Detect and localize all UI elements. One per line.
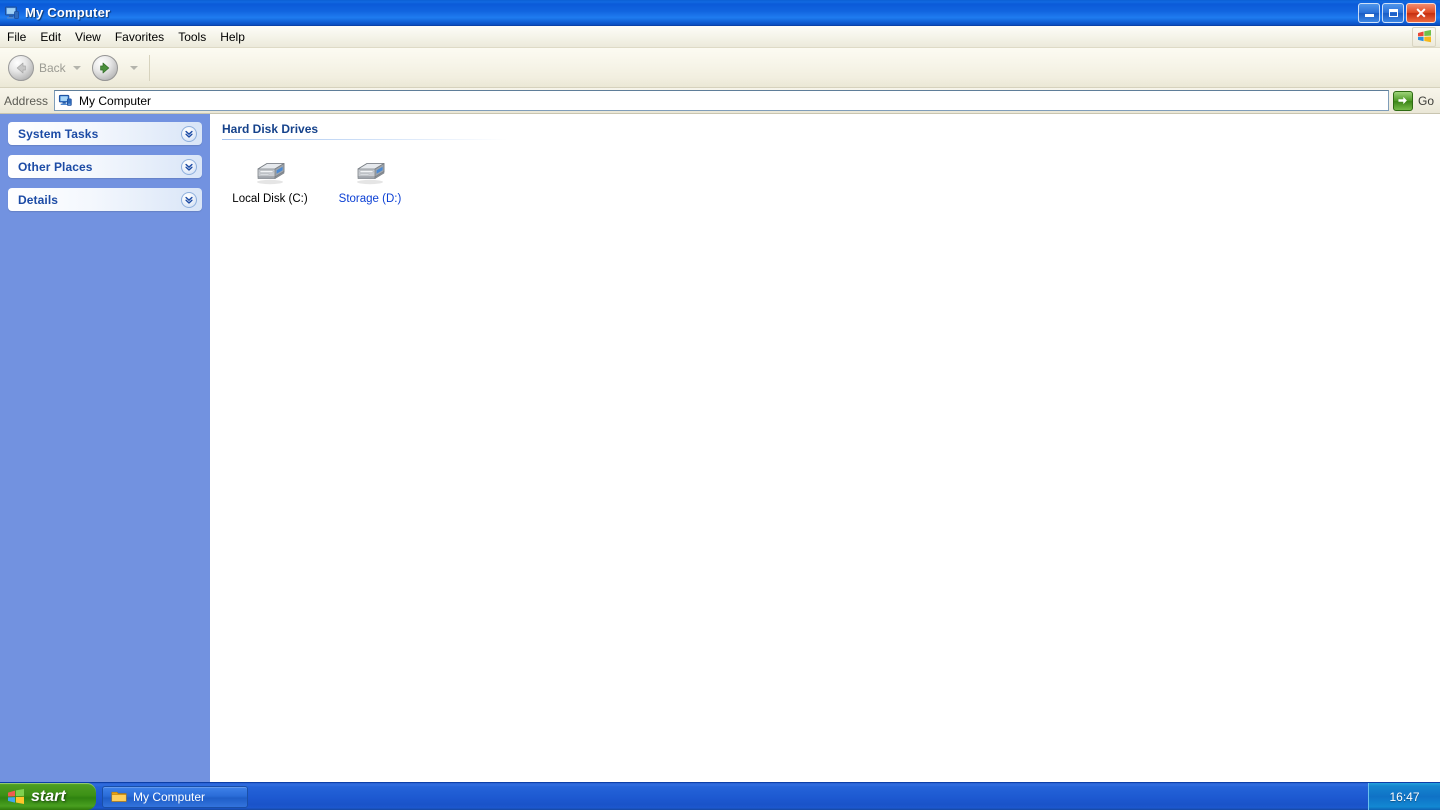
drive-label-storage-d: Storage (D:): [338, 193, 402, 205]
window-title-bar: My Computer ✕: [0, 0, 1440, 26]
pane-header-details[interactable]: Details: [8, 188, 202, 211]
my-computer-icon: [58, 93, 74, 109]
menu-item-tools[interactable]: Tools: [171, 27, 213, 47]
menu-item-edit[interactable]: Edit: [33, 27, 68, 47]
pane-title-other-places: Other Places: [18, 159, 93, 174]
windows-flag-icon: [7, 788, 25, 805]
pane-header-system-tasks[interactable]: System Tasks: [8, 122, 202, 145]
system-tray: 16:47: [1368, 783, 1440, 810]
sidebar-pane-details[interactable]: Details: [8, 188, 202, 211]
back-button-label: Back: [39, 60, 66, 75]
menu-item-help[interactable]: Help: [213, 27, 252, 47]
task-pane-sidebar: System Tasks Other Places Details: [0, 114, 210, 782]
pane-title-system-tasks: System Tasks: [18, 126, 99, 141]
back-dropdown-arrow-icon[interactable]: [72, 65, 81, 70]
sidebar-pane-system-tasks[interactable]: System Tasks: [8, 122, 202, 145]
file-list-view[interactable]: Hard Disk Drives Local Disk (C:) Storage…: [210, 114, 1440, 782]
explorer-body: System Tasks Other Places Details Hard D…: [0, 114, 1440, 782]
address-text: My Computer: [79, 93, 152, 108]
drive-item-local-disk-c[interactable]: Local Disk (C:): [220, 152, 320, 210]
navigation-toolbar: Back: [0, 48, 1440, 88]
hard-drive-icon: [253, 156, 287, 186]
menu-item-file[interactable]: File: [0, 27, 33, 47]
my-computer-icon: [4, 5, 20, 21]
pane-header-other-places[interactable]: Other Places: [8, 155, 202, 178]
go-button-label: Go: [1417, 93, 1434, 108]
toolbar-separator: [148, 54, 150, 81]
taskbar: start My Computer 16:47: [0, 782, 1440, 810]
drive-icon-grid: Local Disk (C:) Storage (D:): [220, 152, 1440, 210]
address-input[interactable]: My Computer: [54, 90, 1389, 111]
restore-button[interactable]: [1382, 2, 1404, 23]
taskbar-button-my-computer[interactable]: My Computer: [102, 785, 248, 808]
taskbar-button-area: My Computer: [96, 783, 1368, 810]
windows-xp-desktop: My Computer ✕ File Edit View Favorites T…: [0, 0, 1440, 810]
forward-button[interactable]: [90, 51, 147, 85]
folder-icon: [111, 790, 127, 803]
chevron-double-down-icon[interactable]: [181, 191, 197, 208]
menu-bar: File Edit View Favorites Tools Help: [0, 26, 1440, 48]
forward-dropdown-arrow-icon[interactable]: [129, 65, 138, 70]
taskbar-clock[interactable]: 16:47: [1389, 790, 1419, 804]
start-button-label: start: [31, 787, 66, 805]
start-button[interactable]: start: [0, 783, 96, 810]
green-arrow-icon: [1392, 90, 1413, 111]
address-label: Address: [4, 93, 49, 108]
sidebar-pane-other-places[interactable]: Other Places: [8, 155, 202, 178]
window-title: My Computer: [25, 5, 111, 20]
drive-label-local-disk-c: Local Disk (C:): [232, 193, 308, 205]
window-controls: ✕: [1358, 2, 1436, 23]
drive-item-storage-d[interactable]: Storage (D:): [320, 152, 420, 210]
menu-item-view[interactable]: View: [68, 27, 108, 47]
menu-item-favorites[interactable]: Favorites: [108, 27, 171, 47]
chevron-double-down-icon[interactable]: [181, 125, 197, 142]
windows-flag-icon: [1412, 26, 1436, 47]
address-bar: Address My Computer Go: [0, 88, 1440, 114]
back-button: Back: [6, 51, 90, 85]
hard-drive-icon: [353, 156, 387, 186]
group-separator: [222, 139, 507, 140]
forward-arrow-icon: [91, 54, 118, 81]
go-button[interactable]: Go: [1392, 90, 1434, 111]
back-arrow-icon: [8, 54, 34, 81]
group-heading-hard-disk-drives: Hard Disk Drives: [222, 122, 319, 136]
close-button[interactable]: ✕: [1406, 2, 1436, 23]
chevron-double-down-icon[interactable]: [181, 158, 197, 175]
minimize-button[interactable]: [1358, 2, 1380, 23]
pane-title-details: Details: [18, 192, 59, 207]
taskbar-button-label: My Computer: [133, 789, 206, 804]
